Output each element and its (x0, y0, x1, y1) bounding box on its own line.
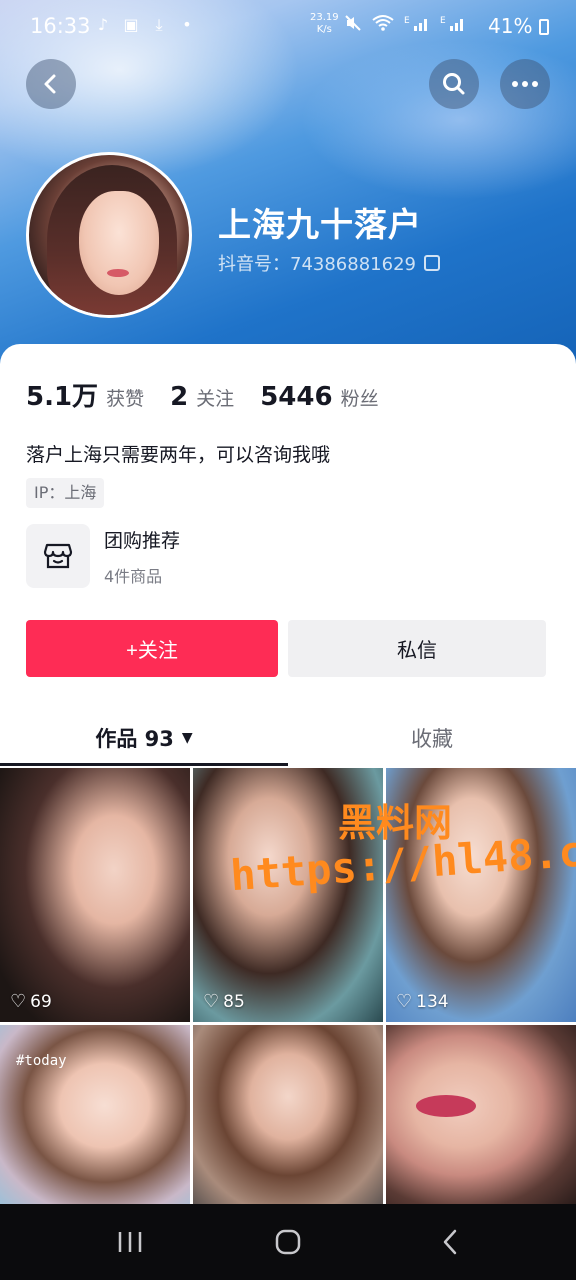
video-thumbnail[interactable]: #today (0, 1025, 190, 1204)
follow-button[interactable]: +关注 (26, 620, 278, 677)
svg-text:E: E (404, 16, 410, 26)
svg-text:E: E (440, 16, 446, 26)
video-likes: ♡ 85 (203, 991, 245, 1012)
battery-icon (538, 19, 549, 35)
system-icons: E E (344, 14, 466, 36)
heart-icon: ♡ (10, 991, 27, 1012)
video-thumbnail[interactable] (193, 1025, 383, 1204)
profile-tabs: 作品 93 ▼ 收藏 (0, 710, 576, 766)
tiktok-icon: ♪ (97, 15, 109, 34)
avatar-lips (107, 269, 129, 277)
profile-bio: 落户上海只需要两年，可以咨询我哦 (26, 444, 331, 466)
video-grid: ♡ 69 ♡ 85 ♡ 134 #today (0, 768, 576, 1204)
stat-followers[interactable]: 5446 粉丝 (260, 382, 378, 412)
shop-title: 团购推荐 (104, 529, 181, 552)
copy-icon[interactable] (423, 255, 440, 271)
shop-icon (26, 524, 90, 588)
douyin-id[interactable]: 抖音号：74386881629 (218, 250, 440, 276)
search-button[interactable] (429, 59, 479, 109)
battery-level: 41% (488, 14, 549, 38)
system-back-button[interactable] (420, 1222, 480, 1262)
heart-icon: ♡ (203, 991, 220, 1012)
video-thumbnail[interactable]: ♡ 134 (386, 768, 576, 1022)
more-button[interactable] (500, 59, 550, 109)
video-thumbnail[interactable]: ♡ 85 (193, 768, 383, 1022)
download-icon: ⤓ (155, 15, 163, 34)
system-navigation-bar (0, 1204, 576, 1280)
recent-apps-icon (118, 1232, 142, 1252)
home-icon (275, 1229, 301, 1255)
signal-icon: E (404, 14, 430, 36)
video-thumbnail[interactable]: ♡ 69 (0, 768, 190, 1022)
shop-text: 团购推荐 4件商品 (104, 526, 180, 587)
chevron-left-icon (44, 74, 56, 94)
video-thumbnail[interactable] (386, 1025, 576, 1204)
back-button[interactable] (26, 59, 76, 109)
shop-subtitle: 4件商品 (104, 566, 163, 586)
stat-following[interactable]: 2 关注 (170, 382, 234, 412)
stat-likes[interactable]: 5.1万 获赞 (26, 376, 144, 413)
tab-favorites[interactable]: 收藏 (288, 710, 576, 766)
profile-name: 上海九十落户 (218, 205, 422, 244)
more-dots-icon (512, 81, 538, 87)
back-arrow-icon (443, 1229, 457, 1255)
message-button[interactable]: 私信 (288, 620, 546, 677)
video-likes: ♡ 134 (396, 991, 449, 1012)
recent-apps-button[interactable] (100, 1222, 160, 1262)
thumbnail-lips (416, 1095, 476, 1117)
dot-icon: • (182, 15, 192, 34)
video-likes: ♡ 69 (10, 991, 52, 1012)
home-button[interactable] (258, 1222, 318, 1262)
avatar-face (79, 191, 159, 295)
avatar[interactable] (26, 152, 192, 318)
status-bar: 16:33 ♪ ▣ ⤓ • 23.19 K/s E E 41% (0, 0, 576, 56)
tab-works[interactable]: 作品 93 ▼ (0, 710, 288, 766)
search-icon (443, 73, 465, 95)
caret-down-icon: ▼ (181, 730, 193, 746)
active-tab-indicator (0, 763, 288, 766)
mute-icon (344, 14, 362, 36)
gallery-icon: ▣ (123, 15, 139, 34)
status-time: 16:33 (30, 14, 91, 38)
wifi-icon (372, 14, 394, 36)
ip-location-tag: IP：上海 (26, 478, 105, 508)
heart-icon: ♡ (396, 991, 413, 1012)
network-speed: 23.19 K/s (310, 12, 339, 35)
group-buy-entry[interactable]: 团购推荐 4件商品 (26, 524, 180, 588)
video-sticker-text: #today (16, 1053, 67, 1069)
signal-icon: E (440, 14, 466, 36)
profile-stats: 5.1万 获赞 2 关注 5446 粉丝 (26, 376, 405, 413)
notification-icons: ♪ ▣ ⤓ • (94, 16, 196, 34)
